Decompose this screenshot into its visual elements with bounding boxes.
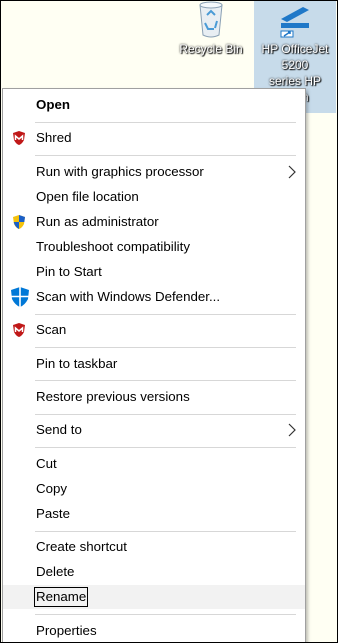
menu-item-label: Open: [36, 97, 70, 112]
menu-item-label: Run as administrator: [36, 214, 159, 229]
menu-item-label: Run with graphics processor: [36, 164, 204, 179]
menu-item-label: Pin to Start: [36, 264, 102, 279]
menu-item-pin-to-start[interactable]: Pin to Start: [3, 260, 305, 284]
menu-separator: [35, 414, 296, 415]
hp-label-line-1: HP OfficeJet: [261, 42, 329, 56]
menu-separator: [35, 122, 296, 123]
menu-item-label: Scan with Windows Defender...: [36, 289, 221, 304]
mcafee-shield-icon: [13, 323, 25, 337]
menu-item-send-to[interactable]: Send to: [3, 418, 305, 442]
menu-item-scan[interactable]: Scan: [3, 318, 305, 342]
menu-item-shred[interactable]: Shred: [3, 126, 305, 150]
menu-item-open[interactable]: Open: [3, 93, 305, 117]
menu-separator: [35, 447, 296, 448]
menu-separator: [35, 314, 296, 315]
menu-item-label: Shred: [36, 130, 72, 145]
menu-item-run-with-graphics-processor[interactable]: Run with graphics processor: [3, 160, 305, 184]
menu-item-copy[interactable]: Copy: [3, 477, 305, 501]
windows-defender-icon: [11, 287, 29, 307]
menu-item-label: Troubleshoot compatibility: [36, 239, 190, 254]
recycle-bin-label: Recycle Bin: [179, 42, 243, 56]
context-menu: Open Shred Run with graphics processor O…: [2, 88, 306, 642]
menu-item-label: Copy: [36, 481, 68, 496]
menu-item-label: Open file location: [36, 189, 139, 204]
menu-separator: [35, 380, 296, 381]
hp-label-line-2: 5200: [281, 58, 309, 72]
menu-separator: [35, 531, 296, 532]
hp-label-line-3: series HP: [268, 74, 321, 88]
chevron-right-icon: [288, 165, 296, 179]
menu-item-run-as-administrator[interactable]: Run as administrator: [3, 210, 305, 234]
menu-item-label: Delete: [36, 564, 75, 579]
menu-item-label: Rename: [33, 587, 89, 607]
menu-item-label: Send to: [36, 422, 82, 437]
menu-item-delete[interactable]: Delete: [3, 560, 305, 584]
menu-item-label: Pin to taskbar: [36, 356, 118, 371]
mcafee-shield-icon: [13, 131, 25, 145]
desktop: Recycle Bin HP OfficeJet 5200 series HP …: [0, 0, 338, 643]
menu-item-cut[interactable]: Cut: [3, 452, 305, 476]
menu-item-label: Scan: [36, 322, 67, 337]
menu-item-label: Properties: [36, 623, 97, 638]
menu-separator: [35, 155, 296, 156]
menu-item-properties[interactable]: Properties: [3, 619, 305, 642]
uac-shield-icon: [13, 215, 25, 229]
menu-item-label: Paste: [36, 506, 71, 521]
menu-item-open-file-location[interactable]: Open file location: [3, 185, 305, 209]
menu-separator: [35, 614, 296, 615]
chevron-right-icon: [288, 423, 296, 437]
menu-item-restore-previous-versions[interactable]: Restore previous versions: [3, 385, 305, 409]
menu-item-scan-with-windows-defender[interactable]: Scan with Windows Defender...: [3, 285, 305, 309]
recycle-bin-icon: [199, 1, 223, 38]
menu-item-pin-to-taskbar[interactable]: Pin to taskbar: [3, 352, 305, 376]
menu-item-rename[interactable]: Rename: [3, 585, 305, 609]
hp-scanner-icon: [280, 7, 309, 38]
menu-item-label: Cut: [36, 456, 57, 471]
recycle-bin-shortcut[interactable]: Recycle Bin: [173, 1, 249, 57]
menu-item-troubleshoot-compatibility[interactable]: Troubleshoot compatibility: [3, 235, 305, 259]
menu-item-create-shortcut[interactable]: Create shortcut: [3, 535, 305, 559]
menu-separator: [35, 347, 296, 348]
menu-item-label: Create shortcut: [36, 539, 127, 554]
menu-item-label: Restore previous versions: [36, 389, 190, 404]
menu-item-paste[interactable]: Paste: [3, 502, 305, 526]
